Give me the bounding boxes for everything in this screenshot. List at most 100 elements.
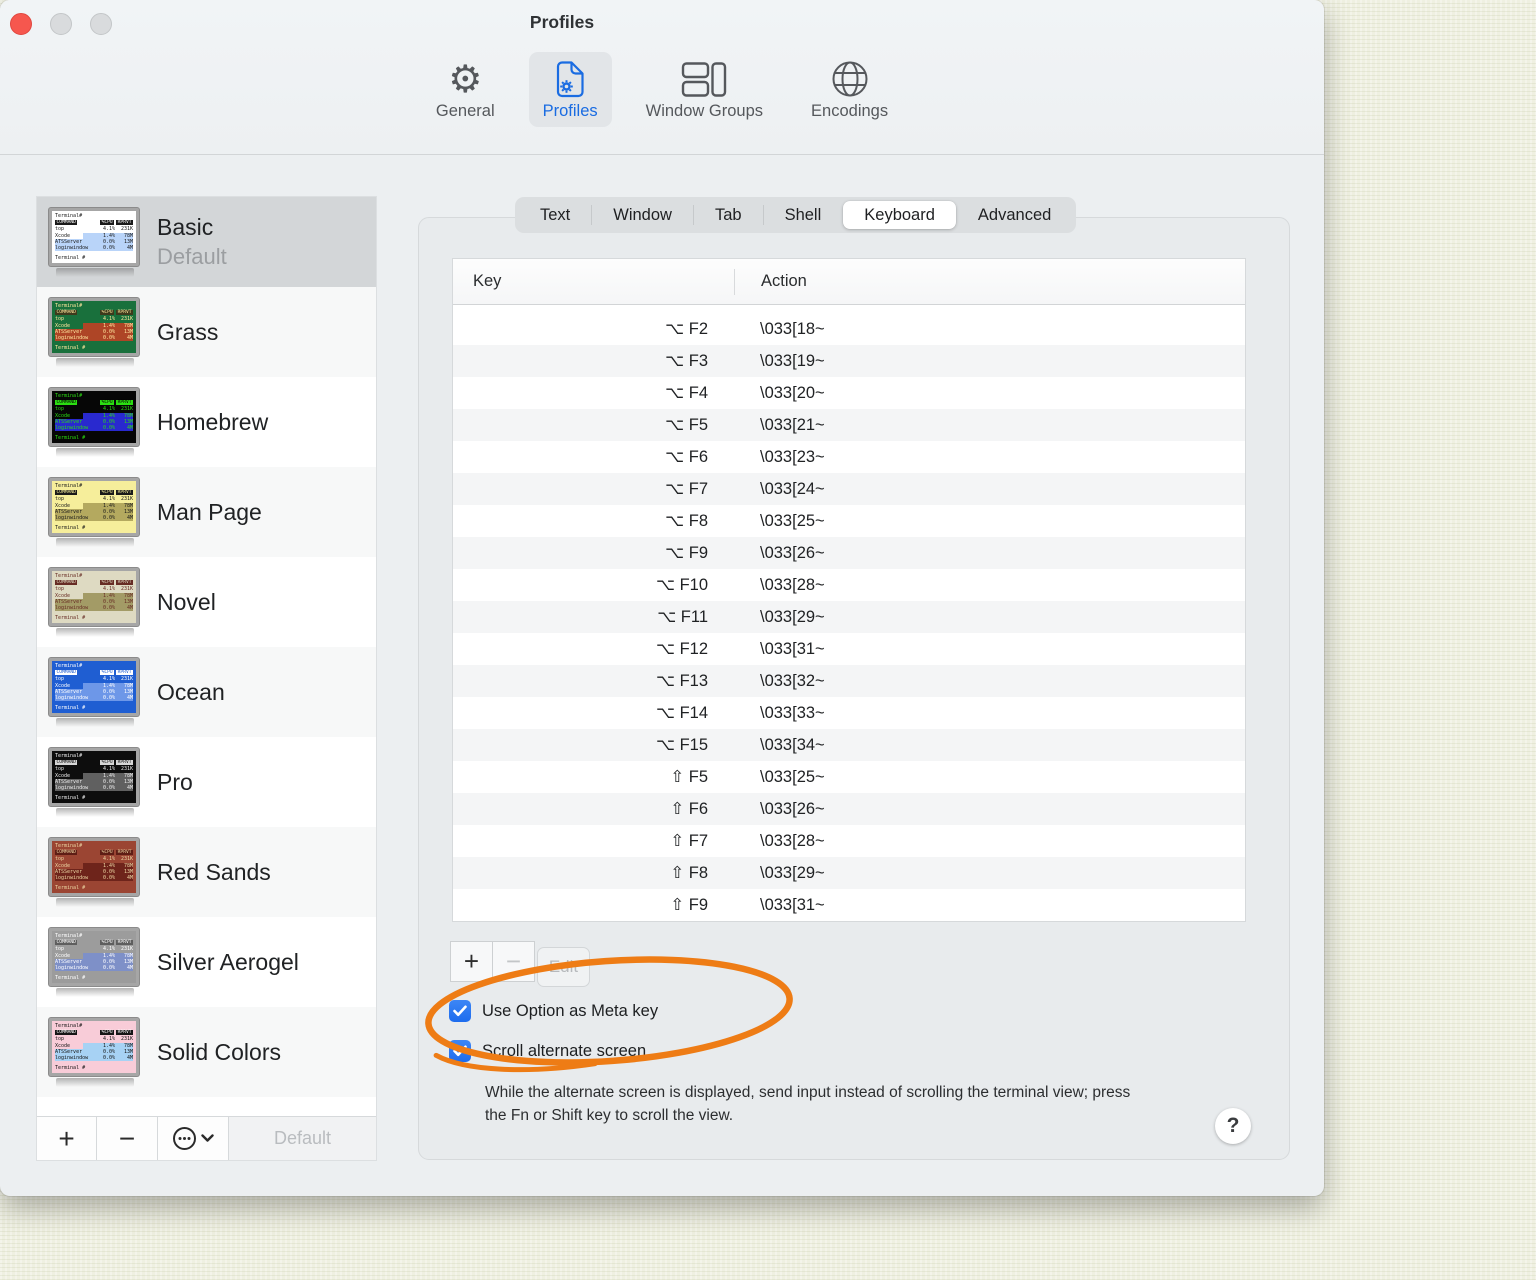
key-table-row[interactable]: ⌥ F3 \033[19~ [453, 345, 1245, 377]
key-table-row[interactable]: ⌥ F4 \033[20~ [453, 377, 1245, 409]
profile-item-silver-aerogel[interactable]: Terminal# COMMAND %CPU RPRVT top 4.1% 231K Xc… [37, 917, 376, 1007]
tab-keyboard[interactable]: Keyboard [843, 201, 956, 229]
profile-name: Silver Aerogel [157, 948, 299, 975]
default-button[interactable]: Default [229, 1117, 376, 1160]
profile-document-icon [555, 59, 585, 99]
key-table-row[interactable]: ⌥ F8 \033[25~ [453, 505, 1245, 537]
key-table-row[interactable]: ⇧ F7 \033[28~ [453, 825, 1245, 857]
key-table-row[interactable]: ⇧ F5 \033[25~ [453, 761, 1245, 793]
key-table-row[interactable]: ⇧ F9 \033[31~ [453, 889, 1245, 921]
key-table-row[interactable]: ⌥ F10 \033[28~ [453, 569, 1245, 601]
toolbar-item-profiles[interactable]: Profiles [528, 52, 612, 127]
checkbox-icon[interactable] [449, 1040, 471, 1062]
key-cell: ⌥ F15 [655, 736, 708, 754]
profile-item-ocean[interactable]: Terminal# COMMAND %CPU RPRVT top 4.1% 231K Xc… [37, 647, 376, 737]
key-cell: ⌥ F14 [655, 704, 708, 722]
action-cell: \033[25~ [760, 511, 825, 530]
globe-icon [831, 59, 869, 99]
profile-thumbnail: Terminal# COMMAND %CPU RPRVT top 4.1% 231K Xc… [49, 657, 141, 727]
key-cell: ⌥ F5 [665, 416, 708, 434]
profile-thumbnail: Terminal# COMMAND %CPU RPRVT top 4.1% 231K Xc… [49, 477, 141, 547]
profile-thumbnail: Terminal# COMMAND %CPU RPRVT top 4.1% 231K Xc… [49, 567, 141, 637]
profile-list: Terminal# COMMAND %CPU RPRVT top 4.1% 231K Xc… [37, 197, 376, 1116]
window-title: Profiles [529, 12, 595, 32]
key-table-row[interactable]: ⌥ F2 \033[18~ [453, 313, 1245, 345]
remove-key-button[interactable]: − [492, 941, 535, 982]
profile-item-solid-colors[interactable]: Terminal# COMMAND %CPU RPRVT top 4.1% 231K Xc… [37, 1007, 376, 1097]
key-table-row[interactable]: ⌥ F13 \033[32~ [453, 665, 1245, 697]
edit-key-button[interactable]: Edit [537, 947, 590, 987]
key-table-row[interactable]: ⌥ F12 \033[31~ [453, 633, 1245, 665]
key-cell: ⌥ F9 [665, 544, 708, 562]
key-cell: ⌥ F10 [655, 576, 708, 594]
profile-item-man-page[interactable]: Terminal# COMMAND %CPU RPRVT top 4.1% 231K Xc… [37, 467, 376, 557]
key-table-row[interactable]: ⌥ F9 \033[26~ [453, 537, 1245, 569]
profile-name: Man Page [157, 498, 262, 525]
key-cell: ⌥ F4 [665, 384, 708, 402]
action-cell: \033[18~ [760, 319, 825, 338]
key-cell: ⌥ F8 [665, 512, 708, 530]
toolbar-label: Profiles [542, 102, 598, 120]
profile-name: Solid Colors [157, 1038, 281, 1065]
action-cell: \033[31~ [760, 639, 825, 658]
profile-name: Ocean [157, 678, 225, 705]
profile-thumbnail: Terminal# COMMAND %CPU RPRVT top 4.1% 231K Xc… [49, 927, 141, 997]
key-mapping-table: Key Action ⌥ F2 \033[18~ ⌥ F3 \033[19~ ⌥… [452, 258, 1246, 922]
toolbar-item-window-groups[interactable]: Window Groups [632, 52, 777, 127]
profile-thumbnail: Terminal# COMMAND %CPU RPRVT top 4.1% 231K Xc… [49, 297, 141, 367]
ellipsis-circle-icon [172, 1126, 214, 1151]
add-key-button[interactable]: + [450, 941, 493, 982]
tab-text[interactable]: Text [519, 201, 591, 229]
tab-shell[interactable]: Shell [764, 201, 843, 229]
action-cell: \033[23~ [760, 447, 825, 466]
action-cell: \033[25~ [760, 767, 825, 786]
action-cell: \033[32~ [760, 671, 825, 690]
key-table-row[interactable]: ⇧ F6 \033[26~ [453, 793, 1245, 825]
key-table-row[interactable]: ⌥ F14 \033[33~ [453, 697, 1245, 729]
profile-item-pro[interactable]: Terminal# COMMAND %CPU RPRVT top 4.1% 231K Xc… [37, 737, 376, 827]
action-cell: \033[24~ [760, 479, 825, 498]
action-cell: \033[31~ [760, 895, 825, 914]
profile-item-basic[interactable]: Terminal# COMMAND %CPU RPRVT top 4.1% 231K Xc… [37, 197, 376, 287]
key-table-row[interactable]: ⌥ F7 \033[24~ [453, 473, 1245, 505]
add-profile-button[interactable]: + [37, 1117, 97, 1160]
toolbar-label: Encodings [811, 102, 889, 120]
toolbar-item-general[interactable]: ⚙ General [422, 52, 509, 127]
column-divider [734, 269, 735, 295]
tab-window[interactable]: Window [592, 201, 693, 229]
profile-item-homebrew[interactable]: Terminal# COMMAND %CPU RPRVT top 4.1% 231K Xc… [37, 377, 376, 467]
key-table-row[interactable]: ⌥ F11 \033[29~ [453, 601, 1245, 633]
toolbar-label: Window Groups [645, 102, 764, 120]
profile-default-badge: Default [157, 244, 227, 269]
profile-item-grass[interactable]: Terminal# COMMAND %CPU RPRVT top 4.1% 231K Xc… [37, 287, 376, 377]
profile-name: Grass [157, 318, 219, 345]
profile-item-red-sands[interactable]: Terminal# COMMAND %CPU RPRVT top 4.1% 231K Xc… [37, 827, 376, 917]
help-button[interactable]: ? [1215, 1108, 1251, 1144]
key-table-row[interactable]: ⌥ F5 \033[21~ [453, 409, 1245, 441]
toolbar-item-encodings[interactable]: Encodings [797, 52, 902, 127]
action-cell: \033[19~ [760, 351, 825, 370]
checkbox-icon[interactable] [449, 1000, 471, 1022]
action-cell: \033[33~ [760, 703, 825, 722]
remove-profile-button[interactable]: − [97, 1117, 158, 1160]
action-cell: \033[26~ [760, 799, 825, 818]
key-table-row[interactable]: ⌥ F6 \033[23~ [453, 441, 1245, 473]
window-groups-icon [681, 59, 727, 99]
profile-item-novel[interactable]: Terminal# COMMAND %CPU RPRVT top 4.1% 231K Xc… [37, 557, 376, 647]
more-options-button[interactable] [158, 1117, 229, 1160]
tab-tab[interactable]: Tab [694, 201, 763, 229]
key-table-row[interactable]: ⌥ F15 \033[34~ [453, 729, 1245, 761]
action-cell: \033[20~ [760, 383, 825, 402]
chevron-down-icon [201, 1134, 214, 1142]
use-option-as-meta-checkbox-row[interactable]: Use Option as Meta key [449, 1000, 658, 1022]
key-cell: ⇧ F9 [670, 896, 708, 914]
action-cell: \033[34~ [760, 735, 825, 754]
profile-name: Red Sands [157, 858, 271, 885]
scroll-alternate-screen-checkbox-row[interactable]: Scroll alternate screen [449, 1040, 646, 1062]
profiles-sidebar: Terminal# COMMAND %CPU RPRVT top 4.1% 231K Xc… [36, 196, 377, 1161]
tab-advanced[interactable]: Advanced [957, 201, 1072, 229]
key-cell: ⌥ F2 [665, 320, 708, 338]
key-table-row[interactable]: ⇧ F8 \033[29~ [453, 857, 1245, 889]
action-cell: \033[26~ [760, 543, 825, 562]
key-cell: ⌥ F6 [665, 448, 708, 466]
